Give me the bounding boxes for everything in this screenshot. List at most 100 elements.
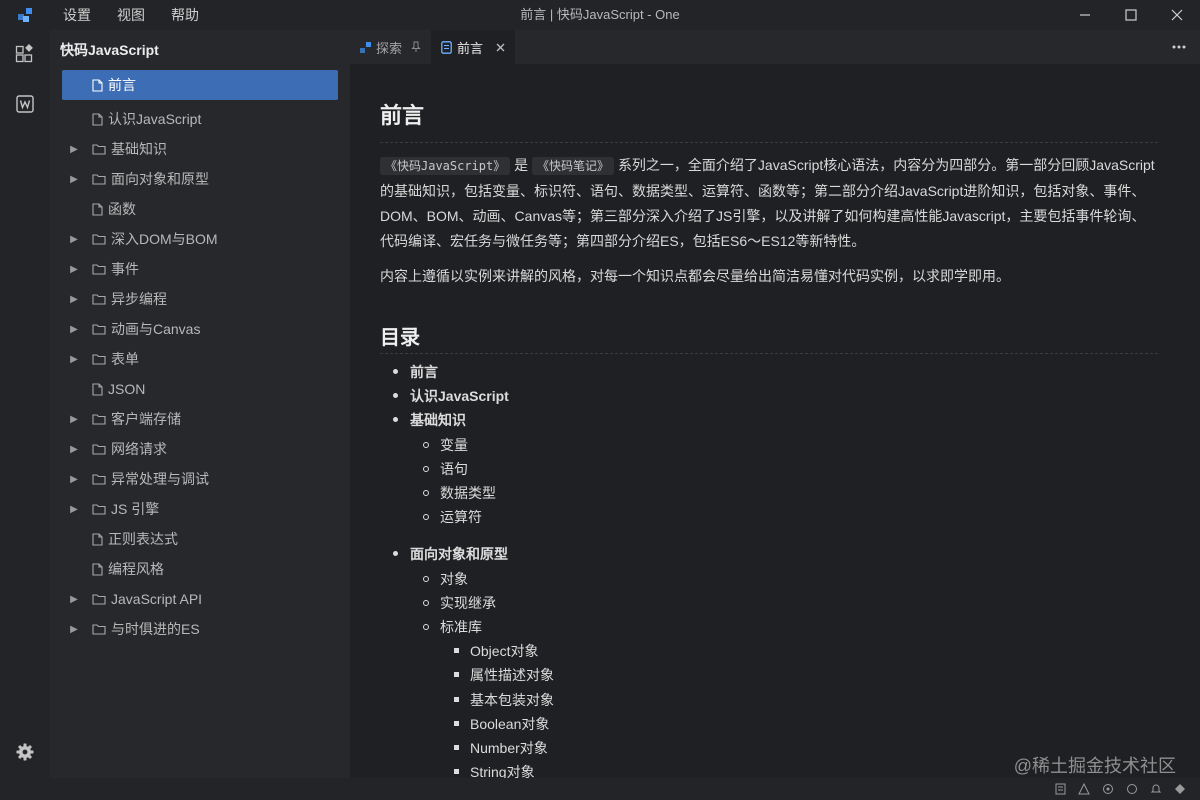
sidebar-item-label: 异常处理与调试 [111,471,209,487]
toc-item[interactable]: 标准库 [380,615,1158,639]
chevron-right-icon[interactable]: ▶ [68,354,80,365]
chevron-right-icon[interactable]: ▶ [68,264,80,275]
bullet-icon [393,393,398,399]
tab-preface[interactable]: 前言 [431,30,516,64]
settings-button[interactable] [0,728,50,776]
sync-icon[interactable] [1102,783,1114,795]
git-icon[interactable] [1174,783,1186,795]
toc-item[interactable]: 前言 [380,360,1158,384]
sidebar-item-label: JS 引擎 [111,501,160,517]
sidebar-item[interactable]: ▶ 客户端存储 [62,404,338,434]
minimize-button[interactable] [1062,0,1108,30]
chevron-right-icon[interactable]: ▶ [68,234,80,245]
tab-close-icon[interactable] [496,43,505,52]
chevron-right-icon[interactable]: ▶ [68,294,80,305]
sidebar-item-label: 前言 [108,77,136,93]
explore-icon [360,41,371,53]
toc-item[interactable]: 数据类型 [380,481,1158,505]
circle-status-icon[interactable] [1126,783,1138,795]
toc-item[interactable]: Object对象 [380,639,1158,663]
folder-icon [92,323,106,335]
toc-item-label: 运算符 [440,509,482,526]
activity-bar [0,30,50,778]
sidebar-item[interactable]: ▶JSON [62,374,338,404]
menu-view[interactable]: 视图 [104,0,158,30]
inline-code-book: 《快码JavaScript》 [380,157,511,175]
sidebar-item[interactable]: ▶正则表达式 [62,524,338,554]
bullet-icon [423,490,429,497]
tab-explore-label: 探索 [376,40,403,56]
folder-icon [92,413,106,425]
toc-item[interactable]: 实现继承 [380,591,1158,615]
toc-item[interactable]: 变量 [380,433,1158,457]
sidebar-item-label: JSON [108,381,146,397]
apps-button[interactable] [0,30,50,78]
sidebar-item[interactable]: ▶ 深入DOM与BOM [62,224,338,254]
toc-item-label: 实现继承 [440,594,496,611]
toc-item[interactable]: Boolean对象 [380,712,1158,736]
intro-paragraph: 《快码JavaScript》 是 《快码笔记》 系列之一，全面介绍了JavaSc… [380,153,1158,254]
sidebar-item[interactable]: ▶ 表单 [62,344,338,374]
more-options-button[interactable] [1172,30,1186,64]
toc-item[interactable]: 面向对象和原型 [380,542,1158,566]
chevron-right-icon[interactable]: ▶ [68,594,80,605]
window-controls [1062,0,1200,30]
sidebar-item[interactable]: ▶ JavaScript API [62,584,338,614]
chevron-right-icon[interactable]: ▶ [68,324,80,335]
toc-item[interactable]: 基础知识 [380,408,1158,432]
sidebar-item[interactable]: ▶ 事件 [62,254,338,284]
tab-explore[interactable]: 探索 [350,30,431,64]
toc-item[interactable]: 认识JavaScript [380,384,1158,408]
chevron-right-icon[interactable]: ▶ [68,624,80,635]
chevron-right-icon[interactable]: ▶ [68,414,80,425]
toc-item[interactable]: 运算符 [380,505,1158,529]
sidebar-item-label: 与时俱进的ES [111,621,200,637]
chevron-right-icon[interactable]: ▶ [68,444,80,455]
chevron-right-icon[interactable]: ▶ [68,474,80,485]
toc-item[interactable]: 基本包装对象 [380,688,1158,712]
file-icon [92,112,103,126]
sidebar-item-label: 客户端存储 [111,411,181,427]
file-tree: ▶前言▶认识JavaScript▶基础知识▶面向对象和原型▶函数▶深入DOM与B… [50,70,350,644]
sidebar-item-label: 异步编程 [111,291,167,307]
sidebar-item-label: 面向对象和原型 [111,171,209,187]
bullet-icon [454,769,459,775]
toc-item[interactable]: 属性描述对象 [380,663,1158,687]
sidebar-item[interactable]: ▶ 异常处理与调试 [62,464,338,494]
warning-icon[interactable] [1078,783,1090,795]
sidebar-item[interactable]: ▶编程风格 [62,554,338,584]
toc-item-label: 面向对象和原型 [410,546,508,563]
sidebar-item[interactable]: ▶ 与时俱进的ES [62,614,338,644]
app-logo-icon[interactable] [0,0,50,30]
sidebar-item[interactable]: ▶函数 [62,194,338,224]
maximize-button[interactable] [1108,0,1154,30]
bullet-icon [423,624,429,631]
sidebar-item[interactable]: ▶ 动画与Canvas [62,314,338,344]
chevron-right-icon[interactable]: ▶ [68,144,80,155]
bell-icon[interactable] [1150,783,1162,795]
pin-icon[interactable] [411,41,421,53]
chevron-right-icon[interactable]: ▶ [68,174,80,185]
more-horizontal-icon [1172,45,1186,49]
sidebar-item[interactable]: ▶前言 [62,70,338,100]
word-button[interactable] [0,80,50,128]
bullet-icon [454,672,459,678]
folder-icon [92,623,106,635]
sidebar: 快码JavaScript ▶前言▶认识JavaScript▶基础知识▶面向对象和… [50,30,350,778]
menu-help[interactable]: 帮助 [158,0,212,30]
sidebar-title: 快码JavaScript [60,42,159,58]
sidebar-item[interactable]: ▶ JS 引擎 [62,494,338,524]
chevron-right-icon[interactable]: ▶ [68,504,80,515]
gear-icon [16,743,34,761]
close-button[interactable] [1154,0,1200,30]
document-status-icon[interactable] [1055,783,1066,795]
sidebar-item[interactable]: ▶ 面向对象和原型 [62,164,338,194]
menu-settings[interactable]: 设置 [50,0,104,30]
sidebar-item-label: 基础知识 [111,141,167,157]
sidebar-item[interactable]: ▶ 网络请求 [62,434,338,464]
sidebar-item[interactable]: ▶认识JavaScript [62,104,338,134]
toc-item[interactable]: 语句 [380,457,1158,481]
sidebar-item[interactable]: ▶ 基础知识 [62,134,338,164]
toc-item[interactable]: 对象 [380,567,1158,591]
sidebar-item[interactable]: ▶ 异步编程 [62,284,338,314]
